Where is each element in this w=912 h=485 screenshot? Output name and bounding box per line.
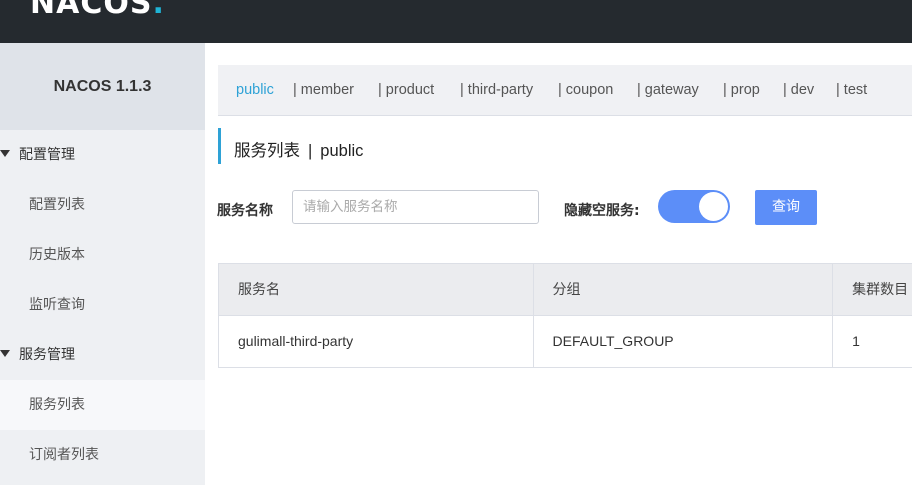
version-label: NACOS 1.1.3 — [0, 43, 205, 130]
sidebar-item-config-list[interactable]: 配置列表 — [0, 180, 205, 230]
namespace-tab-dev[interactable]: | dev — [783, 65, 814, 116]
sidebar-group-label: 服务管理 — [19, 347, 75, 363]
sidebar-item-listener-query[interactable]: 监听查询 — [0, 280, 205, 330]
sidebar-group-label: 配置管理 — [19, 147, 75, 163]
sidebar-item-subscriber-list[interactable]: 订阅者列表 — [0, 430, 205, 480]
title-separator: | — [308, 142, 313, 160]
namespace-tab-gateway[interactable]: | gateway — [637, 65, 699, 116]
table-cell-service-name: gulimall-third-party — [219, 316, 534, 367]
sidebar-group-config[interactable]: 配置管理 — [0, 130, 205, 180]
namespace-tab-test[interactable]: | test — [836, 65, 867, 116]
namespace-tab-coupon[interactable]: | coupon — [558, 65, 613, 116]
triangle-down-icon — [0, 150, 10, 157]
service-name-input[interactable] — [292, 190, 539, 224]
table-cell-group: DEFAULT_GROUP — [534, 316, 834, 367]
namespace-tab-member[interactable]: | member — [293, 65, 354, 116]
namespace-tab-public[interactable]: public — [236, 65, 274, 116]
logo-dot: . — [152, 0, 165, 21]
top-bar: NACOS. — [0, 0, 912, 43]
page-title: 服务列表 | public — [218, 128, 618, 164]
namespace-bar: public | member | product | third-party … — [218, 65, 912, 116]
column-header-cluster-count: 集群数目 — [852, 281, 909, 297]
service-name-label: 服务名称 — [217, 203, 273, 219]
main-content: public | member | product | third-party … — [205, 43, 912, 485]
namespace-tab-product[interactable]: | product — [378, 65, 434, 116]
toggle-knob — [699, 192, 728, 221]
page-title-text: 服务列表 — [234, 142, 300, 160]
sidebar-item-history[interactable]: 历史版本 — [0, 230, 205, 280]
sidebar-item-service-list[interactable]: 服务列表 — [0, 380, 205, 430]
column-header-group: 分组 — [534, 264, 834, 315]
table-header-row: 服务名 分组 集群数目 — [219, 264, 912, 316]
sidebar-group-service[interactable]: 服务管理 — [0, 330, 205, 380]
query-button[interactable]: 查询 — [755, 190, 817, 225]
namespace-tab-prop[interactable]: | prop — [723, 65, 760, 116]
table-cell-cluster-count: 1 — [852, 333, 860, 349]
namespace-tab-third-party[interactable]: | third-party — [460, 65, 533, 116]
sidebar: NACOS 1.1.3 配置管理 配置列表 历史版本 监听查询 服务管理 服务列… — [0, 43, 205, 485]
column-header-service-name: 服务名 — [219, 264, 534, 315]
page-title-namespace: public — [320, 142, 364, 160]
hide-empty-label: 隐藏空服务: — [564, 203, 640, 219]
table-row: gulimall-third-party DEFAULT_GROUP 1 — [219, 316, 912, 368]
nacos-logo[interactable]: NACOS. — [30, 0, 165, 21]
logo-text: NACOS — [30, 0, 153, 21]
triangle-down-icon — [0, 350, 10, 357]
service-table: 服务名 分组 集群数目 gulimall-third-party DEFAULT… — [218, 263, 912, 368]
hide-empty-toggle[interactable] — [658, 190, 730, 223]
